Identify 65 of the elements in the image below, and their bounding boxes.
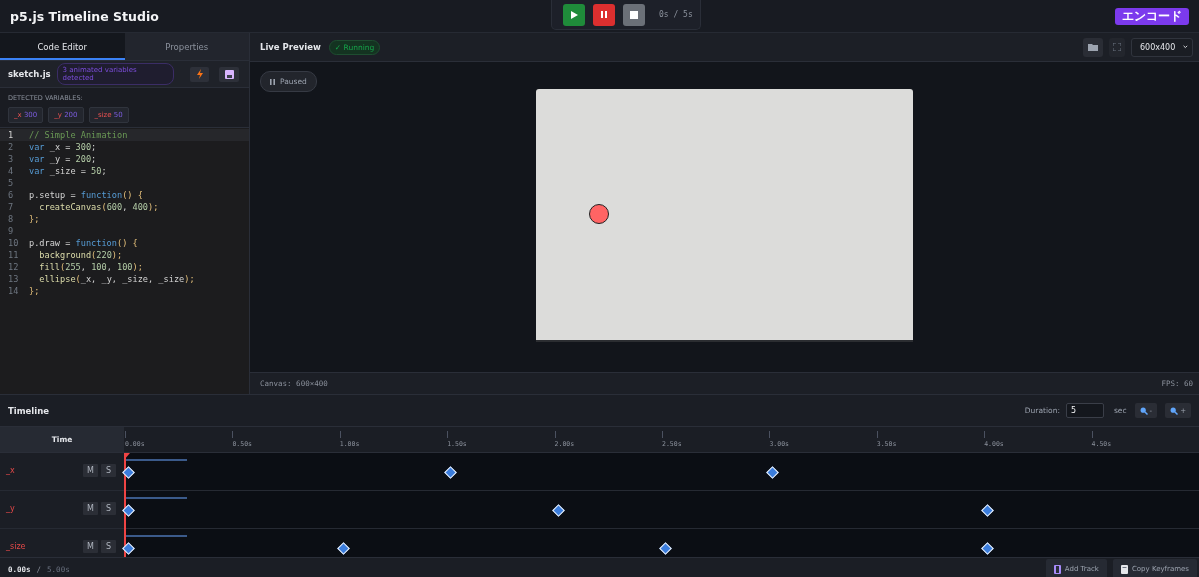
preview-title: Live Preview [260,42,321,52]
folder-icon [1088,43,1098,51]
code-line: fill(255, 100, 100); [38,261,143,273]
line-number: 11 [7,249,20,261]
code-line: }; [29,213,40,225]
code-line: background(220); [38,249,123,261]
track-name: _y [6,504,15,513]
code-line: var _size = 50; [29,165,107,177]
editor-tab[interactable]: Code Editor [0,33,125,60]
lightning-icon [195,69,204,79]
line-number: 6 [7,189,15,201]
magnifier-icon [1170,406,1179,415]
play-button[interactable] [563,3,585,26]
stop-button[interactable] [623,3,645,26]
code-line: var _y = 200; [29,153,97,165]
save-button[interactable] [219,66,239,82]
app-title: p5.js Timeline Studio [10,8,159,24]
line-number: 5 [7,177,15,189]
size-select[interactable]: 600x400 [1131,37,1193,57]
line-number: 4 [7,165,15,177]
code-line: }; [29,285,40,297]
bolt-button[interactable] [189,66,210,82]
mute-button[interactable]: M [83,502,98,515]
solo-button[interactable]: S [101,502,116,515]
pause-icon [270,78,275,85]
pause-button[interactable] [593,3,615,26]
folder-button[interactable] [1083,37,1103,57]
chevron-down-icon [1183,44,1188,50]
line-number: 3 [7,153,15,165]
code-line: p.setup = function() { [29,189,143,201]
editor-tab[interactable]: Properties [124,33,249,60]
code-line: createCanvas(600, 400); [38,201,159,213]
solo-button[interactable]: S [101,540,116,553]
stop-icon [630,10,638,19]
line-number: 13 [7,273,20,285]
ball-drawing [588,203,610,225]
solo-button[interactable]: S [101,464,116,477]
mute-button[interactable]: M [83,464,98,477]
file-name: sketch.js [8,69,51,79]
expand-icon [1113,43,1121,51]
line-number: 14 [7,285,20,297]
play-icon [569,9,579,20]
track-name: _x [6,466,15,475]
line-number: 7 [7,201,15,213]
line-number: 1 [7,129,15,141]
code-line: p.draw = function() { [29,237,138,249]
mute-button[interactable]: M [83,540,98,553]
magnifier-icon [1139,406,1148,415]
pause-icon [600,10,608,19]
floppy-icon [224,69,234,79]
line-number: 8 [7,213,15,225]
line-number: 12 [7,261,20,273]
line-number: 10 [7,237,20,249]
encode-button[interactable]: エンコード [1115,7,1189,25]
clipboard-icon [1120,564,1128,574]
track-name: _size [6,542,26,551]
duration-field[interactable]: 5 [1065,403,1104,418]
code-line: var _x = 300; [29,141,97,153]
timeline-title: Timeline [8,405,49,416]
code-line: // Simple Animation [29,129,128,141]
film-icon [1053,564,1061,574]
line-number: 2 [7,141,15,153]
code-line: ellipse(_x, _y, _size, _size); [38,273,195,285]
playback-time: 0s / 5s [659,10,693,19]
line-number: 9 [7,225,15,237]
